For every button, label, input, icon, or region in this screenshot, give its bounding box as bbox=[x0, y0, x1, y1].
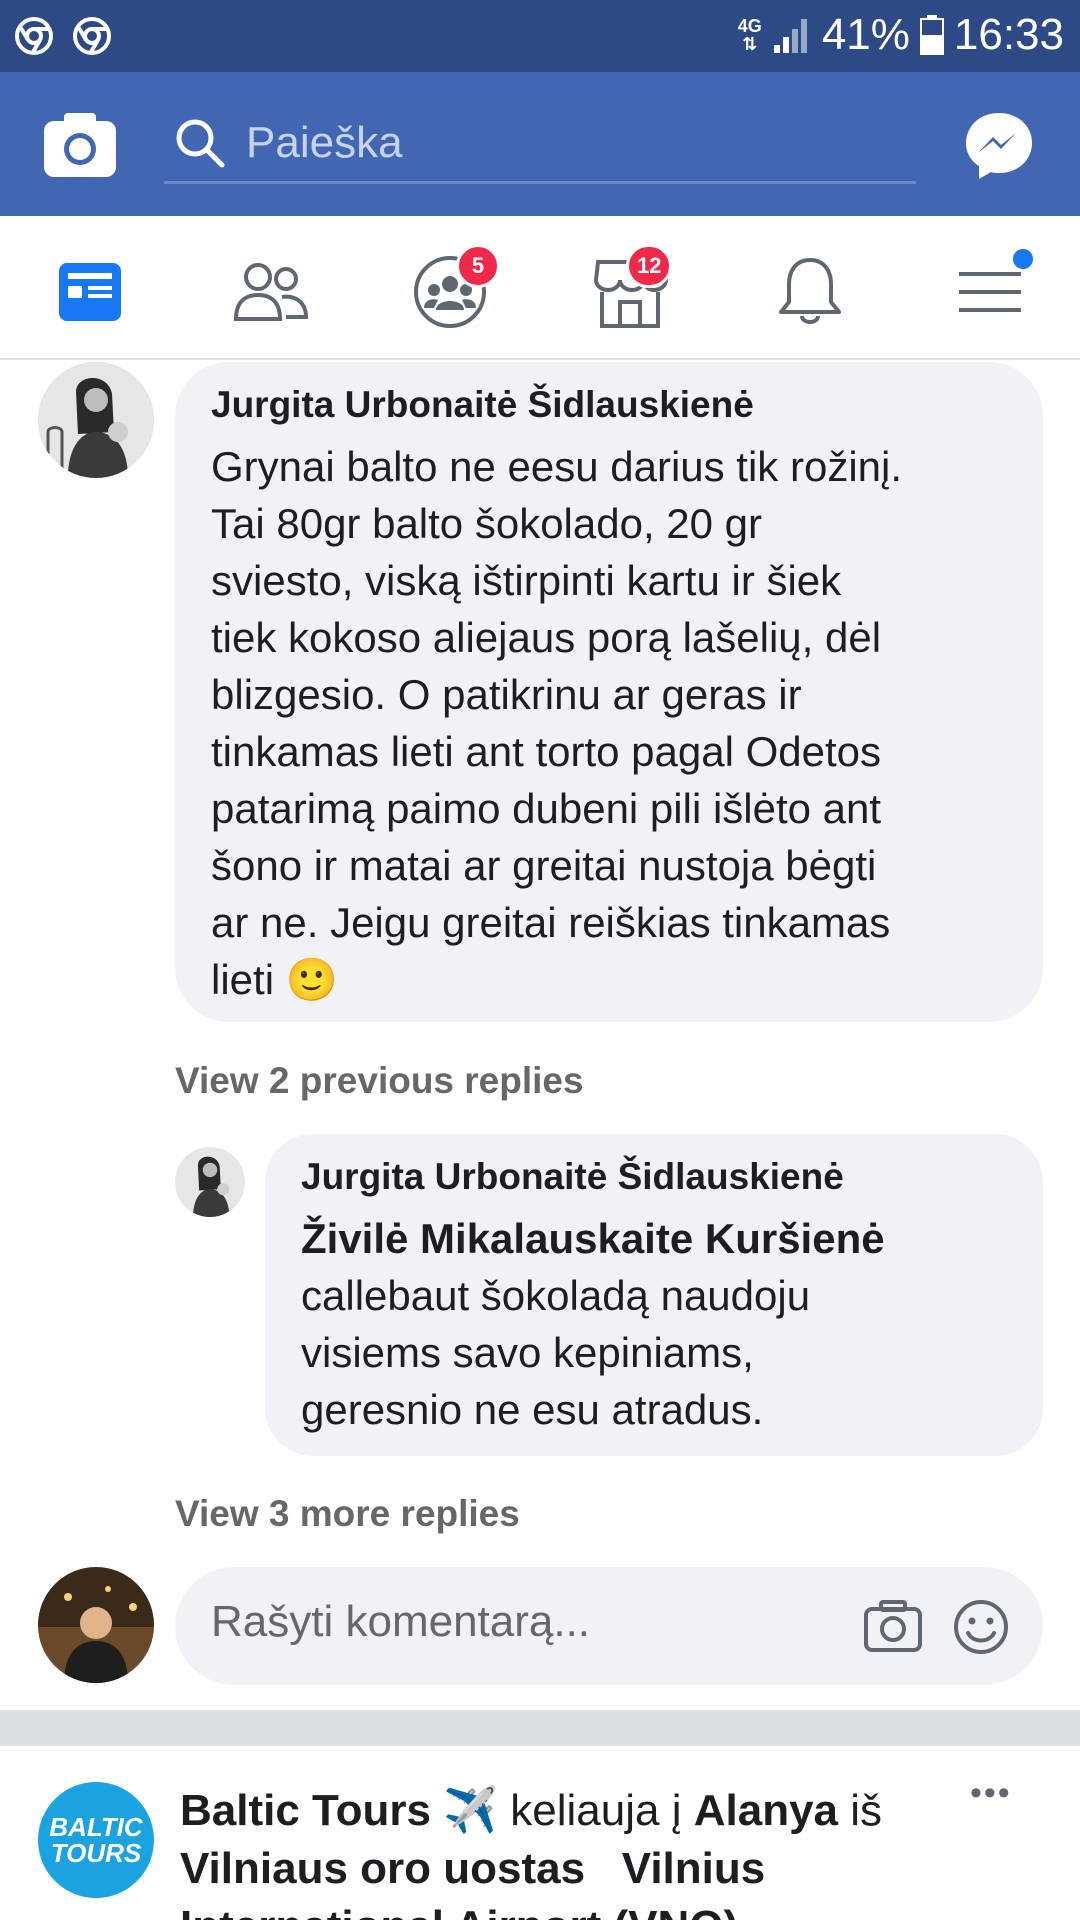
search-bar[interactable] bbox=[164, 104, 916, 184]
network-type: 4G ⇅ bbox=[737, 16, 762, 54]
camera-icon[interactable] bbox=[863, 1599, 923, 1653]
reply-mention[interactable]: Živilė Mikalauskaite Kuršienė bbox=[301, 1210, 1031, 1267]
search-icon bbox=[176, 119, 225, 167]
friends-icon bbox=[233, 263, 309, 321]
post-more-options[interactable]: ••• bbox=[970, 1774, 1012, 1813]
smile-emoji: 🙂 bbox=[285, 956, 338, 1003]
commenter-photo bbox=[38, 362, 154, 478]
tab-marketplace[interactable]: 12 bbox=[582, 244, 678, 332]
chrome-notification-icon bbox=[15, 17, 53, 55]
destination-link[interactable]: Alanya bbox=[694, 1786, 838, 1835]
current-user-avatar[interactable] bbox=[38, 1567, 154, 1683]
messenger-button[interactable] bbox=[962, 109, 1036, 183]
marketplace-badge: 12 bbox=[626, 244, 673, 288]
comment-input[interactable] bbox=[211, 1597, 811, 1647]
chrome-notification-icon bbox=[73, 17, 111, 55]
battery-icon bbox=[919, 15, 944, 55]
bell-icon bbox=[779, 258, 841, 324]
app-header bbox=[0, 72, 1080, 216]
reply-bubble[interactable]: Jurgita Urbonaitė Šidlauskienė Živilė Mi… bbox=[265, 1134, 1043, 1456]
camera-button[interactable] bbox=[40, 105, 120, 185]
reply-author-avatar[interactable] bbox=[175, 1147, 245, 1217]
tab-bar: 5 12 bbox=[0, 216, 1080, 360]
comment-composer[interactable] bbox=[175, 1567, 1043, 1685]
tab-groups[interactable]: 5 bbox=[402, 244, 500, 332]
emoji-icon[interactable] bbox=[953, 1599, 1009, 1655]
news-feed-icon bbox=[59, 263, 121, 321]
signal-icon bbox=[773, 19, 807, 53]
feed-divider bbox=[0, 1710, 1080, 1746]
groups-badge: 5 bbox=[456, 244, 500, 288]
tab-friends[interactable] bbox=[222, 252, 318, 332]
menu-icon bbox=[959, 272, 1021, 312]
tab-news-feed[interactable] bbox=[42, 252, 138, 332]
commenter-avatar[interactable] bbox=[38, 362, 154, 478]
menu-notification-dot bbox=[1010, 246, 1036, 272]
view-previous-replies-link[interactable]: View 2 previous replies bbox=[175, 1060, 584, 1102]
tab-notifications[interactable] bbox=[762, 252, 858, 332]
clock: 16:33 bbox=[953, 10, 1064, 59]
page-name-link[interactable]: Baltic Tours bbox=[180, 1786, 431, 1835]
battery-percent: 41% bbox=[821, 10, 910, 59]
comment-author[interactable]: Jurgita Urbonaitė Šidlauskienė bbox=[211, 384, 754, 426]
plane-emoji: ✈️ bbox=[443, 1786, 499, 1835]
comment-bubble[interactable]: Jurgita Urbonaitė Šidlauskienė Grynai ba… bbox=[175, 362, 1043, 1022]
view-more-replies-link[interactable]: View 3 more replies bbox=[175, 1493, 520, 1535]
origin-link[interactable]: Vilniaus oro uostas bbox=[180, 1844, 585, 1893]
reply-author-photo bbox=[175, 1147, 245, 1217]
reply-author[interactable]: Jurgita Urbonaitė Šidlauskienė bbox=[301, 1156, 844, 1198]
post-title: Baltic Tours ✈️ keliauja į Alanya iš Vil… bbox=[180, 1782, 940, 1920]
messenger-icon bbox=[966, 113, 1032, 179]
status-bar: 4G ⇅ 41% 16:33 bbox=[0, 0, 1080, 72]
tab-menu[interactable] bbox=[942, 246, 1038, 332]
comment-text: Grynai balto ne eesu darius tik rožinį. … bbox=[211, 443, 903, 1003]
post-header: BALTIC TOURS Baltic Tours ✈️ keliauja į … bbox=[0, 1746, 1080, 1920]
camera-icon bbox=[44, 113, 116, 177]
page-avatar[interactable]: BALTIC TOURS bbox=[38, 1782, 154, 1898]
current-user-photo bbox=[38, 1567, 154, 1683]
search-input[interactable] bbox=[246, 117, 886, 168]
reply-text: Živilė Mikalauskaite Kuršienė callebaut … bbox=[301, 1210, 1031, 1438]
